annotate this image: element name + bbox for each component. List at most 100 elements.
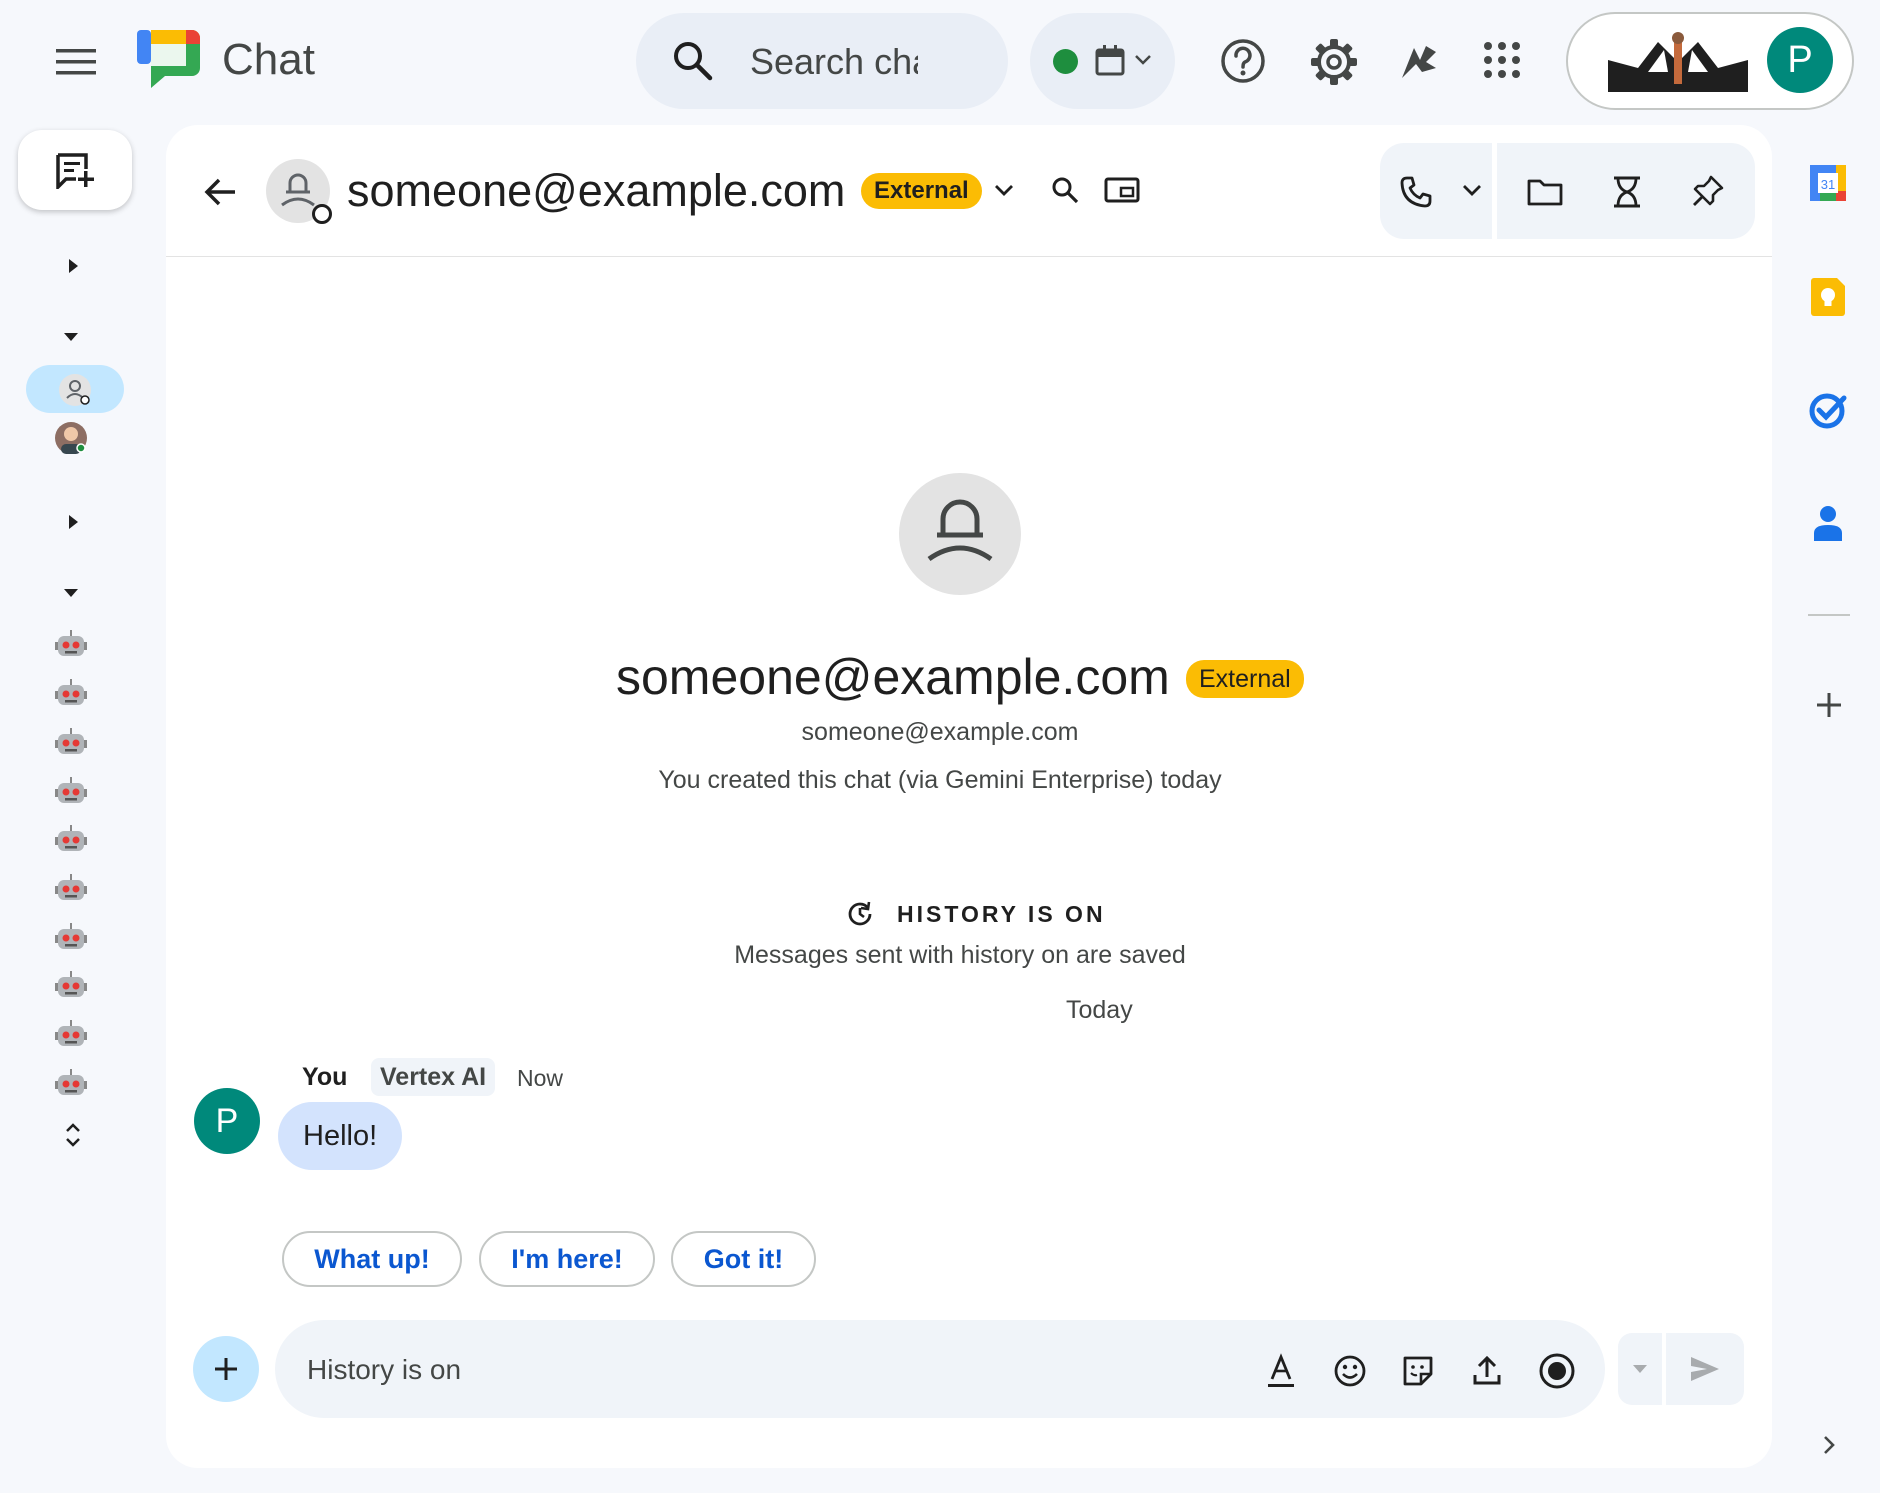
person-avatar-icon xyxy=(59,374,91,406)
side-keep-button[interactable] xyxy=(1808,277,1848,317)
caret-right-icon xyxy=(69,259,78,273)
chat-created-note: You created this chat (via Gemini Enterp… xyxy=(658,766,1222,794)
message-via-chip: Vertex AI xyxy=(371,1058,496,1096)
rail-app-bot[interactable] xyxy=(54,1019,88,1053)
rail-app-bot[interactable] xyxy=(54,970,88,1004)
rail-app-bot[interactable] xyxy=(54,1068,88,1102)
history-status-title: HISTORY IS ON xyxy=(897,901,1106,927)
search-in-conversation-button[interactable] xyxy=(1049,174,1081,206)
suggested-reply-chip[interactable]: What up! xyxy=(282,1231,462,1287)
section-expand-button[interactable] xyxy=(58,251,88,281)
call-options-button[interactable] xyxy=(1460,180,1484,200)
gemini-icon xyxy=(1402,46,1436,78)
robot-icon xyxy=(55,971,87,997)
open-in-popup-button[interactable] xyxy=(1103,174,1141,206)
side-panel-toggle-button[interactable] xyxy=(1814,1430,1844,1460)
side-add-addon-button[interactable] xyxy=(1812,688,1846,722)
tasks-icon xyxy=(1614,176,1640,208)
caret-down-icon xyxy=(64,333,78,341)
help-button[interactable] xyxy=(1218,36,1268,86)
rail-app-bot[interactable] xyxy=(54,678,88,712)
emoji-button[interactable] xyxy=(1332,1353,1368,1389)
account-avatar[interactable]: P xyxy=(1767,27,1833,93)
robot-icon xyxy=(55,1069,87,1095)
tasks-icon xyxy=(1809,393,1847,429)
message-bubble[interactable]: Hello! xyxy=(278,1102,403,1170)
pin-button[interactable] xyxy=(1688,170,1728,212)
files-button[interactable] xyxy=(1524,172,1566,212)
new-chat-button[interactable] xyxy=(18,130,132,210)
back-button[interactable] xyxy=(200,172,240,212)
rail-app-bot[interactable] xyxy=(54,824,88,858)
robot-icon xyxy=(55,630,87,656)
upload-icon xyxy=(1473,1355,1501,1385)
chat-logo-icon xyxy=(137,30,200,90)
rail-app-bot[interactable] xyxy=(54,629,88,663)
robot-icon xyxy=(55,874,87,900)
phone-icon xyxy=(1400,176,1432,208)
organization-logo xyxy=(1608,32,1748,92)
tasks-button[interactable] xyxy=(1607,172,1647,212)
settings-icon xyxy=(1311,39,1357,85)
side-calendar-button[interactable]: 31 xyxy=(1808,163,1848,203)
settings-button[interactable] xyxy=(1308,36,1360,88)
search-icon xyxy=(1052,177,1079,204)
svg-text:31: 31 xyxy=(1821,177,1835,192)
contact-avatar-large xyxy=(899,473,1021,595)
person-photo-icon xyxy=(61,427,86,454)
side-tasks-button[interactable] xyxy=(1808,390,1848,430)
external-badge: External xyxy=(861,173,982,209)
status-dot-icon xyxy=(1053,49,1078,74)
folder-icon xyxy=(1527,179,1563,206)
send-button[interactable] xyxy=(1666,1333,1744,1405)
help-icon xyxy=(1221,39,1265,83)
caret-down-icon xyxy=(1633,1365,1647,1373)
send-options-button[interactable] xyxy=(1618,1333,1662,1405)
upload-button[interactable] xyxy=(1469,1353,1505,1389)
side-contacts-button[interactable] xyxy=(1808,503,1848,543)
keep-icon xyxy=(1811,278,1845,316)
app-title: Chat xyxy=(222,35,315,84)
main-menu-button[interactable] xyxy=(46,38,106,86)
search-input[interactable] xyxy=(750,38,918,86)
history-icon xyxy=(846,900,874,928)
search-icon[interactable] xyxy=(672,40,714,82)
section-collapse-button[interactable] xyxy=(56,322,86,352)
day-divider: Today xyxy=(1066,996,1133,1024)
suggested-reply-chip[interactable]: I'm here! xyxy=(479,1231,655,1287)
menu-icon xyxy=(56,49,96,75)
external-badge: External xyxy=(1186,660,1304,698)
side-divider xyxy=(1808,614,1850,616)
conversation-options-button[interactable] xyxy=(992,180,1016,200)
format-text-button[interactable] xyxy=(1264,1352,1298,1390)
robot-icon xyxy=(55,679,87,705)
conversation-title[interactable]: someone@example.com xyxy=(347,162,845,220)
suggested-reply-chip[interactable]: Got it! xyxy=(671,1231,816,1287)
sticker-button[interactable] xyxy=(1400,1353,1436,1389)
caret-down-icon xyxy=(64,589,78,597)
message-sender: You xyxy=(302,1063,348,1091)
chevron-right-icon xyxy=(1824,1436,1835,1454)
apps-button[interactable] xyxy=(1478,36,1526,84)
person-avatar-icon xyxy=(927,499,993,562)
add-attachment-button[interactable] xyxy=(193,1336,259,1402)
section-expand-button[interactable] xyxy=(58,507,88,537)
robot-icon xyxy=(55,1020,87,1046)
message-timestamp: Now xyxy=(517,1065,564,1091)
unfold-icon xyxy=(66,1123,80,1147)
rail-app-bot[interactable] xyxy=(54,873,88,907)
rail-expand-button[interactable] xyxy=(58,1118,88,1152)
contacts-icon xyxy=(1814,506,1842,541)
rail-dm-person[interactable] xyxy=(55,422,87,454)
call-button[interactable] xyxy=(1396,172,1436,212)
format-text-icon xyxy=(1268,1353,1294,1387)
message-input[interactable] xyxy=(307,1346,1207,1394)
record-video-button[interactable] xyxy=(1537,1351,1577,1391)
chevron-down-icon xyxy=(995,185,1013,196)
calendar-status-icon xyxy=(1095,44,1125,76)
gemini-button[interactable] xyxy=(1394,36,1444,86)
robot-icon xyxy=(55,825,87,851)
section-collapse-button[interactable] xyxy=(56,578,86,608)
back-arrow-icon xyxy=(204,178,235,206)
message-avatar[interactable]: P xyxy=(194,1088,260,1154)
